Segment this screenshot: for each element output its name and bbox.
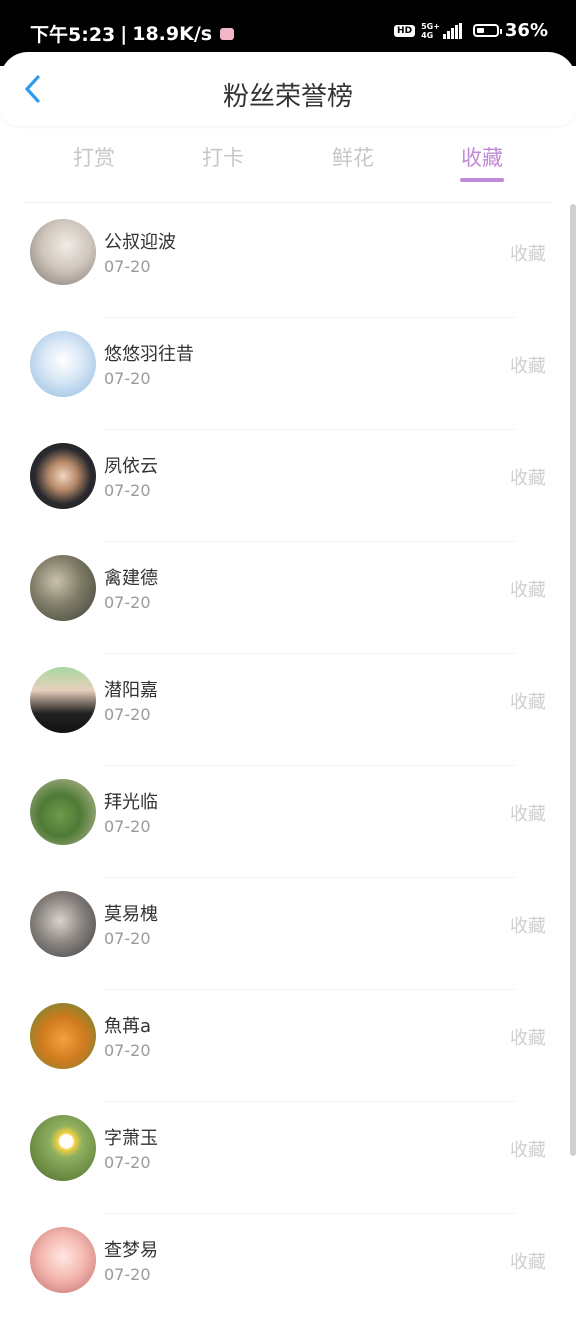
fan-date: 07-20	[104, 481, 151, 500]
fan-name: 潜阳嘉	[104, 680, 158, 701]
avatar	[30, 443, 96, 509]
battery-percent: 36%	[504, 20, 548, 41]
list-item[interactable]: 禽建德 07-20 收藏	[0, 542, 576, 654]
active-tab-indicator	[460, 178, 504, 182]
avatar	[30, 331, 96, 397]
favorite-label: 收藏	[510, 1252, 546, 1273]
tab-bar: 打赏 打卡 鲜花 收藏	[0, 136, 576, 203]
fan-date: 07-20	[104, 1153, 151, 1172]
avatar	[30, 219, 96, 285]
favorite-label: 收藏	[510, 1028, 546, 1049]
list-item[interactable]: 公叔迎波 07-20 收藏	[0, 206, 576, 318]
fan-date: 07-20	[104, 1041, 151, 1060]
list-item[interactable]: 潜阳嘉 07-20 收藏	[0, 654, 576, 766]
favorite-label: 收藏	[510, 1140, 546, 1161]
fan-name: 悠悠羽往昔	[104, 344, 194, 365]
fan-name: 禽建德	[104, 568, 158, 589]
battery-icon	[472, 24, 502, 37]
tab-flowers[interactable]: 鲜花	[303, 142, 403, 172]
favorite-label: 收藏	[510, 804, 546, 825]
avatar	[30, 667, 96, 733]
app-header: 粉丝荣誉榜	[0, 52, 576, 126]
tab-divider	[24, 202, 552, 203]
fan-name: 字萧玉	[104, 1128, 158, 1149]
status-left: 下午5:23 | 18.9K/s	[30, 20, 235, 47]
fan-name: 公叔迎波	[104, 232, 176, 253]
list-item[interactable]: 悠悠羽往昔 07-20 收藏	[0, 318, 576, 430]
notification-app-icon	[220, 27, 235, 40]
list-item[interactable]: 莫易槐 07-20 收藏	[0, 878, 576, 990]
fan-date: 07-20	[104, 593, 151, 612]
fan-name: 魚苒a	[104, 1016, 152, 1037]
network-type: 5G+ 4G	[421, 22, 440, 40]
avatar	[30, 1227, 96, 1293]
fan-date: 07-20	[104, 929, 151, 948]
signal-icon	[442, 22, 463, 39]
avatar	[30, 1003, 96, 1069]
avatar	[30, 1115, 96, 1181]
fan-date: 07-20	[104, 1265, 151, 1284]
list-item[interactable]: 字萧玉 07-20 收藏	[0, 1102, 576, 1214]
fan-name: 拜光临	[104, 792, 158, 813]
fan-date: 07-20	[104, 369, 151, 388]
page-title: 粉丝荣誉榜	[222, 82, 353, 112]
fan-date: 07-20	[104, 705, 151, 724]
favorite-label: 收藏	[510, 692, 546, 713]
favorite-label: 收藏	[510, 244, 546, 265]
network-sub-label: 4G	[421, 30, 434, 40]
avatar	[30, 779, 96, 845]
favorite-label: 收藏	[510, 916, 546, 937]
fan-date: 07-20	[104, 817, 151, 836]
scrollbar[interactable]	[570, 204, 576, 1156]
status-separator: |	[120, 22, 128, 45]
list-item[interactable]: 拜光临 07-20 收藏	[0, 766, 576, 878]
tab-reward[interactable]: 打赏	[44, 142, 144, 172]
favorite-label: 收藏	[510, 580, 546, 601]
hd-icon: HD	[394, 24, 416, 37]
list-item[interactable]: 查梦易 07-20 收藏	[0, 1214, 576, 1326]
status-right: HD 5G+ 4G 36%	[394, 20, 548, 41]
favorite-label: 收藏	[510, 468, 546, 489]
network-type-label: 5G+	[421, 21, 440, 31]
list-item[interactable]: 魚苒a 07-20 收藏	[0, 990, 576, 1102]
favorite-label: 收藏	[510, 356, 546, 377]
fan-name: 查梦易	[104, 1240, 158, 1261]
avatar	[30, 555, 96, 621]
fan-date: 07-20	[104, 257, 151, 276]
fan-name: 莫易槐	[104, 904, 158, 925]
list-item[interactable]: 夙依云 07-20 收藏	[0, 430, 576, 542]
fan-list: 公叔迎波 07-20 收藏 悠悠羽往昔 07-20 收藏 夙依云 07-20 收…	[0, 206, 576, 1326]
tab-favorites[interactable]: 收藏	[432, 142, 532, 172]
avatar	[30, 891, 96, 957]
tab-checkin[interactable]: 打卡	[173, 142, 273, 172]
fan-name: 夙依云	[104, 456, 158, 477]
status-time: 下午5:23	[30, 24, 116, 46]
status-net-speed: 18.9K/s	[132, 22, 213, 45]
